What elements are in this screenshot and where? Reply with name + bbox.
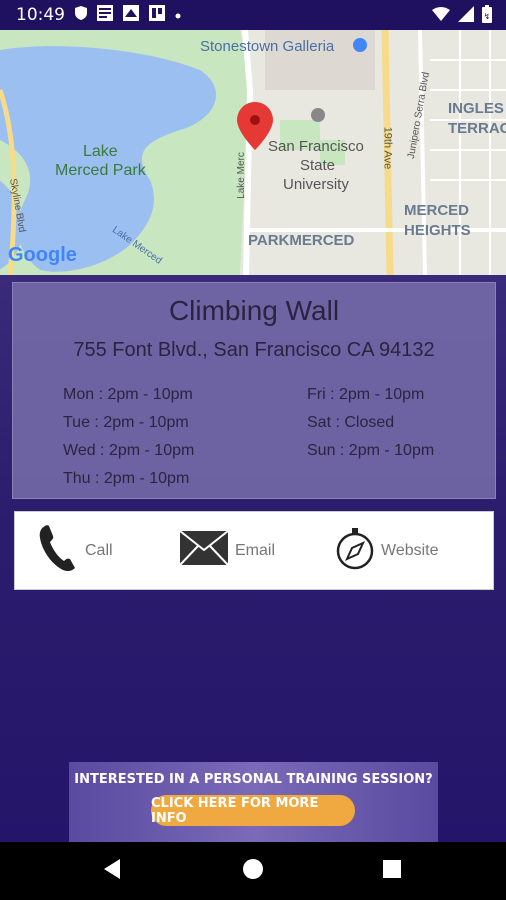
- hours-sat: Sat : Closed: [307, 414, 395, 431]
- dot-icon: [175, 6, 181, 24]
- banner-headline: INTERESTED IN A PERSONAL TRAINING SESSIO…: [74, 772, 433, 787]
- facility-address: 755 Font Blvd., San Francisco CA 94132: [73, 339, 435, 361]
- notification-icon: [149, 4, 165, 26]
- shield-icon: [75, 5, 87, 25]
- map-label-sfsu-3: University: [283, 176, 349, 193]
- map-label-merced-heights-2: HEIGHTS: [404, 222, 471, 239]
- map-label-ingleside-1: INGLES: [448, 100, 504, 117]
- facility-info-card: Climbing Wall 755 Font Blvd., San Franci…: [12, 282, 496, 499]
- contact-actions-bar: Call Email Website: [14, 511, 494, 590]
- back-icon: [102, 858, 122, 885]
- hours-mon: Mon : 2pm - 10pm: [63, 386, 193, 403]
- home-button[interactable]: [223, 842, 283, 900]
- banner-more-info-button[interactable]: CLICK HERE FOR MORE INFO: [151, 795, 355, 826]
- facility-name: Climbing Wall: [168, 295, 340, 326]
- notification-icon: [97, 4, 113, 26]
- hours-wed: Wed : 2pm - 10pm: [63, 442, 195, 459]
- map-label-stonestown: Stonestown Galleria: [200, 38, 335, 55]
- website-button[interactable]: Website: [335, 512, 439, 589]
- website-label: Website: [381, 541, 439, 559]
- hours-thu: Thu : 2pm - 10pm: [63, 470, 190, 487]
- system-navigation-bar: [0, 842, 506, 900]
- back-button[interactable]: [82, 842, 142, 900]
- compass-icon: [335, 525, 375, 576]
- phone-icon: [37, 522, 79, 579]
- status-time: 10:49: [16, 5, 65, 25]
- map-label-ingleside-2: TERRAC: [448, 120, 506, 137]
- map-label-lake-merced-park: Lake Merced Park: [55, 143, 146, 179]
- svg-text:↯: ↯: [484, 12, 491, 21]
- call-label: Call: [85, 541, 113, 559]
- map-label-sfsu-1: San Francisco: [268, 138, 364, 155]
- recents-icon: [382, 859, 402, 884]
- notification-icon: [123, 4, 139, 26]
- home-icon: [242, 858, 264, 885]
- email-button[interactable]: Email: [179, 512, 275, 589]
- envelope-icon: [179, 530, 229, 571]
- hours-tue: Tue : 2pm - 10pm: [63, 414, 189, 431]
- wifi-icon: [432, 7, 450, 26]
- hours-fri: Fri : 2pm - 10pm: [307, 386, 425, 403]
- map-label-lake-merced-vertical: Lake Merc: [235, 152, 247, 199]
- map-view[interactable]: Stonestown Galleria Lake Merced Park San…: [0, 30, 506, 275]
- status-bar: 10:49 ↯: [0, 0, 506, 30]
- call-button[interactable]: Call: [37, 512, 113, 589]
- signal-icon: [458, 6, 474, 27]
- recents-button[interactable]: [362, 842, 422, 900]
- google-logo: Google: [8, 244, 77, 266]
- battery-icon: ↯: [482, 5, 492, 28]
- hours-sun: Sun : 2pm - 10pm: [307, 442, 435, 459]
- map-label-sfsu-2: State: [300, 157, 336, 174]
- map-label-merced-heights-1: MERCED: [404, 202, 470, 219]
- map-label-19th-ave: 19th Ave: [381, 126, 394, 170]
- map-label-parkmerced: PARKMERCED: [248, 232, 355, 249]
- personal-training-banner[interactable]: INTERESTED IN A PERSONAL TRAINING SESSIO…: [69, 762, 438, 842]
- email-label: Email: [235, 541, 276, 559]
